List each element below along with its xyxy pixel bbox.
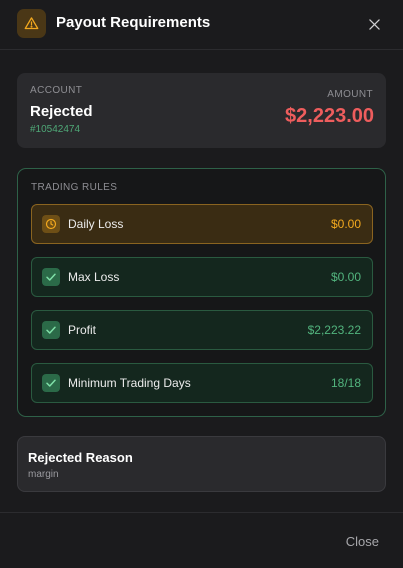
trading-rules-card: TRADING RULES Daily Loss $0.00 Max Loss … [17, 168, 386, 417]
rule-minimum-trading-days: Minimum Trading Days 18/18 [31, 363, 373, 403]
account-card: ACCOUNT Rejected #10542474 AMOUNT $2,223… [17, 73, 386, 148]
trading-rules-label: TRADING RULES [31, 182, 118, 193]
rule-max-loss: Max Loss $0.00 [31, 257, 373, 297]
rule-name: Max Loss [68, 270, 120, 284]
check-icon [42, 321, 60, 339]
dialog-footer: Close [0, 512, 403, 568]
rule-name: Profit [68, 323, 97, 337]
rule-value: $0.00 [330, 217, 361, 231]
dialog-header: Payout Requirements [0, 0, 403, 50]
rule-name: Minimum Trading Days [68, 376, 191, 390]
dialog-title: Payout Requirements [56, 14, 211, 31]
rule-daily-loss: Daily Loss $0.00 [31, 204, 373, 244]
close-icon[interactable] [365, 15, 383, 33]
account-id: #10542474 [30, 124, 81, 135]
amount-label: AMOUNT [327, 89, 373, 100]
rule-name: Daily Loss [68, 217, 124, 231]
account-status: Rejected [30, 103, 93, 120]
rejected-reason-title: Rejected Reason [28, 450, 133, 465]
rule-value: $2,223.22 [307, 323, 361, 337]
rejected-reason-card: Rejected Reason margin [17, 436, 386, 492]
rule-value: 18/18 [330, 376, 361, 390]
rule-value: $0.00 [330, 270, 361, 284]
check-icon [42, 374, 60, 392]
warning-triangle-icon [17, 9, 46, 38]
clock-icon [42, 215, 60, 233]
rejected-reason-text: margin [28, 469, 59, 480]
rule-profit: Profit $2,223.22 [31, 310, 373, 350]
account-label: ACCOUNT [30, 85, 83, 96]
check-icon [42, 268, 60, 286]
close-button[interactable]: Close [346, 534, 379, 549]
amount-value: $2,223.00 [285, 105, 374, 127]
